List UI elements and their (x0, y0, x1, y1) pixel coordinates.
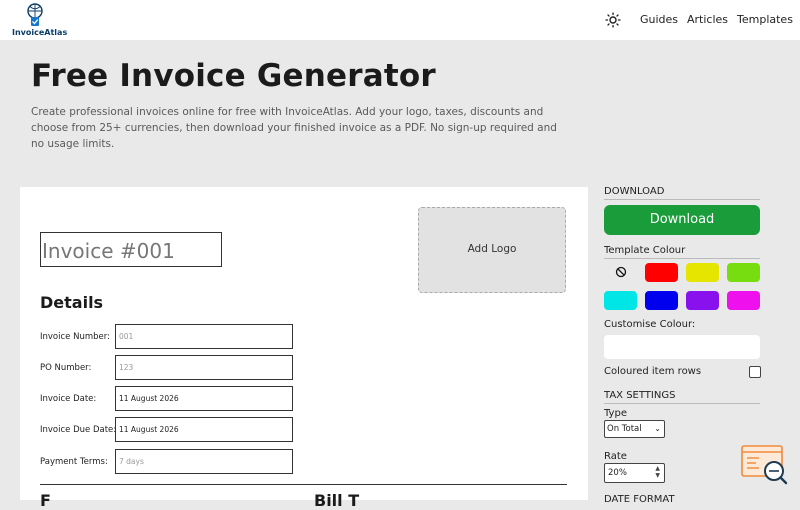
chevron-down-icon: ⌄ (654, 424, 661, 433)
colour-swatch-red[interactable] (645, 263, 678, 282)
help-search-icon[interactable] (741, 445, 789, 490)
tax-type-value: On Total (607, 424, 642, 434)
po-number-input[interactable]: 123 (115, 355, 293, 380)
from-heading: F (40, 491, 51, 510)
download-divider (604, 199, 760, 200)
tax-rate-label: Rate (604, 451, 627, 462)
invoice-number-label: Invoice Number: (40, 332, 110, 342)
payment-terms-input[interactable]: 7 days (115, 449, 293, 474)
invoice-editor-panel: Invoice #001 Add Logo Details Invoice Nu… (20, 187, 588, 510)
customise-colour-label: Customise Colour: (604, 319, 696, 330)
nav-link-guides[interactable]: Guides (640, 13, 678, 26)
invoice-date-input[interactable]: 11 August 2026 (115, 386, 293, 411)
colour-swatch-purple[interactable] (686, 291, 719, 310)
add-logo-dropzone[interactable]: Add Logo (418, 207, 566, 293)
page-title: Free Invoice Generator (31, 58, 436, 94)
spinner-arrows-icon[interactable]: ▲ ▼ (655, 465, 660, 479)
tax-type-select[interactable]: On Total ⌄ (604, 420, 665, 438)
page-description: Create professional invoices online for … (31, 106, 557, 150)
sun-icon[interactable] (605, 12, 621, 28)
invoice-due-date-input[interactable]: 11 August 2026 (115, 417, 293, 442)
colour-swatch-none[interactable] (604, 263, 637, 282)
no-colour-icon (615, 266, 627, 278)
colour-swatch-magenta[interactable] (727, 291, 760, 310)
invoice-due-date-label: Invoice Due Date: (40, 425, 117, 435)
colour-swatch-lime[interactable] (727, 263, 760, 282)
po-number-label: PO Number: (40, 363, 92, 373)
bill-to-heading: Bill T (314, 491, 360, 510)
brand-logo[interactable]: InvoiceAtlas (10, 3, 67, 39)
payment-terms-label: Payment Terms: (40, 457, 108, 467)
invoice-title-input[interactable]: Invoice #001 (40, 232, 222, 267)
nav-link-articles[interactable]: Articles (687, 13, 728, 26)
nav-link-templates[interactable]: Templates (737, 13, 793, 26)
coloured-rows-checkbox[interactable] (749, 366, 761, 378)
invoice-date-label: Invoice Date: (40, 394, 97, 404)
add-logo-label: Add Logo (467, 243, 517, 255)
colour-swatch-yellow[interactable] (686, 263, 719, 282)
section-divider (40, 484, 567, 485)
template-colour-divider (604, 258, 760, 259)
tax-settings-divider (604, 403, 760, 404)
tax-type-label: Type (604, 408, 627, 419)
brand-name: InvoiceAtlas (12, 28, 68, 37)
download-heading: DOWNLOAD (604, 186, 665, 197)
download-button[interactable]: Download (604, 205, 760, 235)
colour-swatch-blue[interactable] (645, 291, 678, 310)
invoice-number-input[interactable]: 001 (115, 324, 293, 349)
parachute-globe-icon (27, 3, 43, 26)
template-colour-heading: Template Colour (604, 245, 686, 256)
tax-settings-heading: TAX SETTINGS (604, 390, 676, 401)
colour-swatch-cyan[interactable] (604, 291, 637, 310)
tax-rate-input[interactable]: 20% ▲ ▼ (604, 463, 665, 483)
tax-rate-value: 20% (608, 468, 627, 478)
customise-colour-input[interactable] (604, 335, 760, 359)
coloured-rows-label: Coloured item rows (604, 366, 702, 377)
details-heading: Details (40, 293, 104, 312)
top-navigation-bar: InvoiceAtlas Guides Articles Templates (0, 0, 800, 40)
